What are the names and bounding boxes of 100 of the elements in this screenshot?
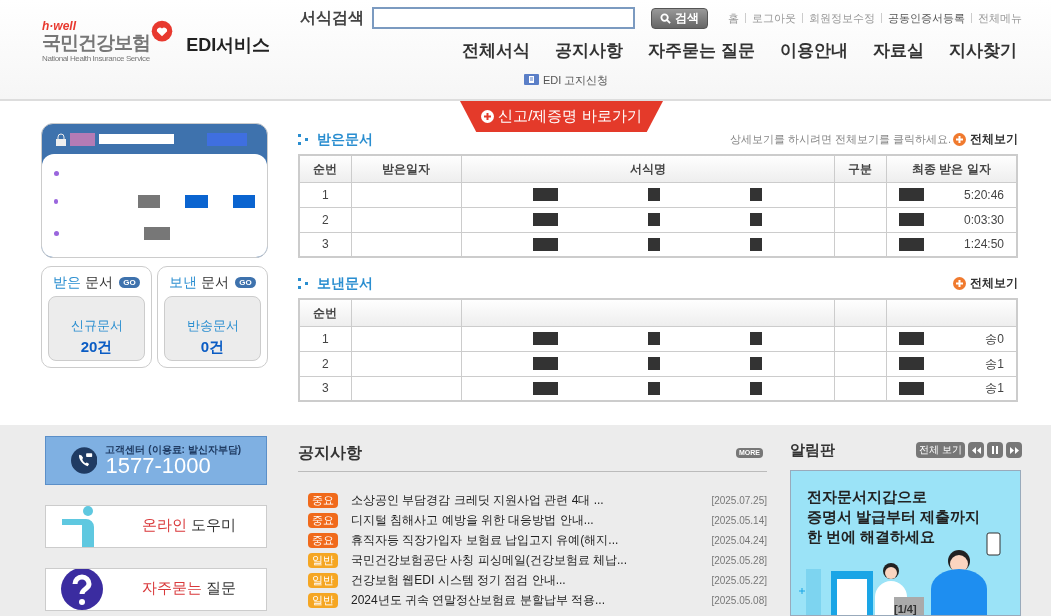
slide-counter: [1/4]: [894, 602, 917, 615]
nav-item[interactable]: 공지사항: [555, 38, 624, 64]
phone-number: 1577-1000: [105, 454, 211, 477]
pause-button[interactable]: [987, 442, 1003, 458]
notice-link[interactable]: 건강보험 웹EDI 시스템 정기 점검 안내...: [351, 571, 566, 589]
plus-icon: [481, 110, 495, 123]
bullet-icon: [54, 230, 59, 236]
notice-link[interactable]: 국민건강보험공단 사칭 피싱메일(건강보험료 체납...: [351, 551, 627, 569]
go-button[interactable]: GO: [119, 276, 140, 288]
redaction-block: [70, 132, 95, 146]
next-button[interactable]: [1006, 442, 1022, 458]
table-cell-text: 송1: [985, 380, 1004, 398]
redaction-block: [533, 381, 558, 395]
logo-english: National Health Insurance Service: [42, 53, 151, 64]
redaction-block: [533, 237, 558, 251]
count-tile[interactable]: 신규문서 20건: [48, 296, 145, 361]
document-icon: [524, 74, 539, 86]
banner-text: 한 번에 해결하세요: [807, 527, 937, 547]
banner-text: 전자문서지갑으로: [807, 487, 928, 507]
redaction-block: [232, 195, 255, 208]
count-tile[interactable]: 반송문서 0건: [164, 296, 261, 361]
bullet-icon: [298, 277, 308, 289]
fast-forward-icon: [1009, 446, 1019, 454]
bullet-icon: [298, 133, 308, 145]
nav-item[interactable]: 자료실: [873, 38, 924, 64]
shortcut-tab[interactable]: 신고/제증명 바로가기: [460, 101, 663, 132]
top-link[interactable]: 공동인증서등록: [888, 9, 965, 27]
bullet-icon: [54, 171, 59, 177]
redaction-block: [898, 381, 924, 395]
table-cell: 1: [299, 182, 351, 207]
notice-link[interactable]: 디지털 침해사고 예방을 위한 대응방법 안내...: [351, 511, 594, 529]
table-cell: 2: [299, 207, 351, 232]
banner-text: 증명서 발급부터 제출까지: [807, 507, 982, 527]
table-cell: 2: [299, 351, 351, 376]
nav-item[interactable]: 지사찾기: [949, 38, 1017, 64]
redaction-block: [648, 357, 660, 370]
lock-icon: [56, 132, 66, 146]
notice-date: [2025.04.24]: [711, 533, 767, 548]
view-all-button[interactable]: 전체 보기: [916, 442, 965, 458]
redaction-block: [648, 188, 660, 201]
redaction-block: [898, 237, 924, 251]
redaction-block: [648, 237, 660, 251]
logo-tagline: h·well: [42, 19, 78, 32]
quick-link[interactable]: 온라인 도우미: [45, 505, 267, 548]
section-title: 받은문서: [317, 129, 373, 149]
redaction-block: [898, 357, 924, 370]
redaction-block: [750, 213, 762, 226]
question-icon: [61, 569, 103, 610]
redaction-block: [533, 357, 558, 370]
notice-date: [2025.05.14]: [711, 513, 767, 528]
redaction-block: [533, 332, 558, 345]
table-cell-text: 0:03:30: [963, 211, 1004, 229]
quick-link[interactable]: 자주묻는 질문: [45, 568, 267, 611]
service-title: EDI서비스: [186, 34, 271, 57]
previous-button[interactable]: [968, 442, 984, 458]
view-all-link[interactable]: 전체보기: [953, 274, 1018, 292]
column-header: 순번: [299, 299, 351, 326]
redaction-block: [185, 195, 208, 208]
search-button[interactable]: 검색: [651, 7, 708, 29]
redaction-block: [648, 381, 660, 395]
redaction-block: [144, 226, 170, 240]
notice-date: [2025.07.25]: [711, 493, 767, 508]
plus-icon: [953, 276, 966, 290]
redaction-block: [898, 332, 924, 345]
notice-tag: 중요: [308, 512, 338, 528]
notice-date: [2025.05.28]: [711, 553, 767, 568]
redaction-block: [648, 332, 660, 345]
redaction-block: [750, 332, 762, 345]
notice-link[interactable]: 소상공인 부담경감 크레딧 지원사업 관련 4대 ...: [351, 491, 604, 509]
notice-date: [2025.05.08]: [711, 593, 767, 608]
card-title: 보낸 문서: [169, 272, 230, 292]
plus-icon: [953, 132, 966, 146]
notice-link[interactable]: 휴직자등 직장가입자 보험료 납입고지 유예(해지...: [351, 531, 619, 549]
column-header: 받은일자: [351, 155, 461, 182]
logo[interactable]: h·well 국민건강보험 National Health Insurance Service: [42, 19, 175, 64]
notice-link[interactable]: 2024년도 귀속 연말정산보험료 분할납부 적용...: [351, 591, 606, 609]
hint-text: 상세보기를 하시려면 전체보기를 클릭하세요.: [729, 131, 951, 147]
card-title: 받은 문서: [53, 272, 114, 292]
view-all-link[interactable]: 전체보기: [953, 130, 1018, 148]
go-button[interactable]: GO: [235, 276, 256, 288]
section-title: 알림판: [790, 439, 835, 460]
section-title: 공지사항: [298, 442, 362, 463]
pause-icon: [992, 446, 998, 454]
nav-item[interactable]: 자주묻는 질문: [648, 38, 755, 64]
search-field[interactable]: [372, 7, 635, 29]
section-title: 보낸문서: [317, 273, 373, 293]
table-cell-text: 5:20:46: [963, 186, 1004, 204]
redaction-block: [648, 213, 660, 226]
notice-tag: 일반: [308, 572, 338, 588]
column-header: 서식명: [461, 155, 834, 182]
notice-tag: 중요: [308, 492, 338, 508]
notice-tag: 일반: [308, 552, 338, 568]
table-cell-text: 송1: [985, 355, 1004, 373]
customer-center-banner[interactable]: 고객센터 (이용료: 발신자부담) 1577-1000: [45, 436, 267, 485]
column-header: 구분: [834, 155, 886, 182]
nav-item[interactable]: 이용안내: [780, 38, 848, 64]
redaction-block: [533, 213, 558, 226]
sub-link[interactable]: EDI 고지신청: [543, 71, 609, 88]
nav-item[interactable]: 전체서식: [462, 38, 531, 64]
table-cell-text: 1:24:50: [963, 236, 1004, 254]
